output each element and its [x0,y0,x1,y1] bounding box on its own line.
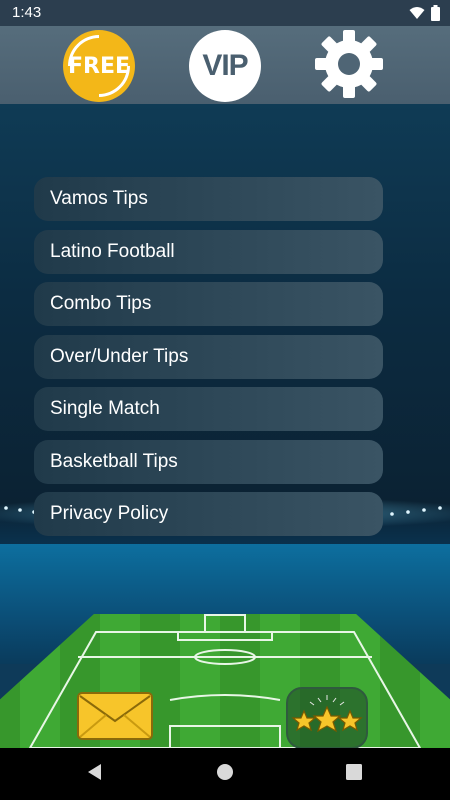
stars-icon [288,695,366,748]
back-button[interactable] [83,762,107,786]
main-menu: Vamos Tips Latino Football Combo Tips Ov… [34,177,383,545]
gear-icon [313,28,385,104]
vip-label: VIP [202,49,248,82]
home-button[interactable] [213,762,237,786]
recents-button[interactable] [342,762,366,786]
home-circle-icon [216,763,234,785]
top-bar: FREE VIP [0,22,450,110]
menu-item-combo-tips[interactable]: Combo Tips [34,282,383,326]
menu-item-latino-football[interactable]: Latino Football [34,229,383,274]
rate-app-button[interactable] [286,687,368,748]
free-label: FREE [67,53,131,79]
vip-button[interactable]: VIP [189,30,261,102]
back-triangle-icon [86,763,104,785]
wifi-icon [409,6,425,24]
settings-button[interactable] [313,30,385,102]
status-bar: 1:43 [0,0,450,26]
menu-item-vamos-tips[interactable]: Vamos Tips [34,177,383,221]
envelope-icon [76,692,154,748]
main-content: Vamos Tips Latino Football Combo Tips Ov… [0,104,450,748]
status-icons [409,5,440,25]
menu-item-basketball-tips[interactable]: Basketball Tips [34,439,383,484]
battery-icon [431,5,440,25]
menu-item-over-under-tips[interactable]: Over/Under Tips [34,334,383,379]
recents-square-icon [346,764,362,784]
menu-item-single-match[interactable]: Single Match [34,387,383,431]
free-button[interactable]: FREE [55,22,143,110]
menu-item-privacy-policy[interactable]: Privacy Policy [34,492,383,536]
navigation-bar [0,748,450,800]
contact-mail-button[interactable] [76,687,154,745]
status-time: 1:43 [12,4,42,21]
